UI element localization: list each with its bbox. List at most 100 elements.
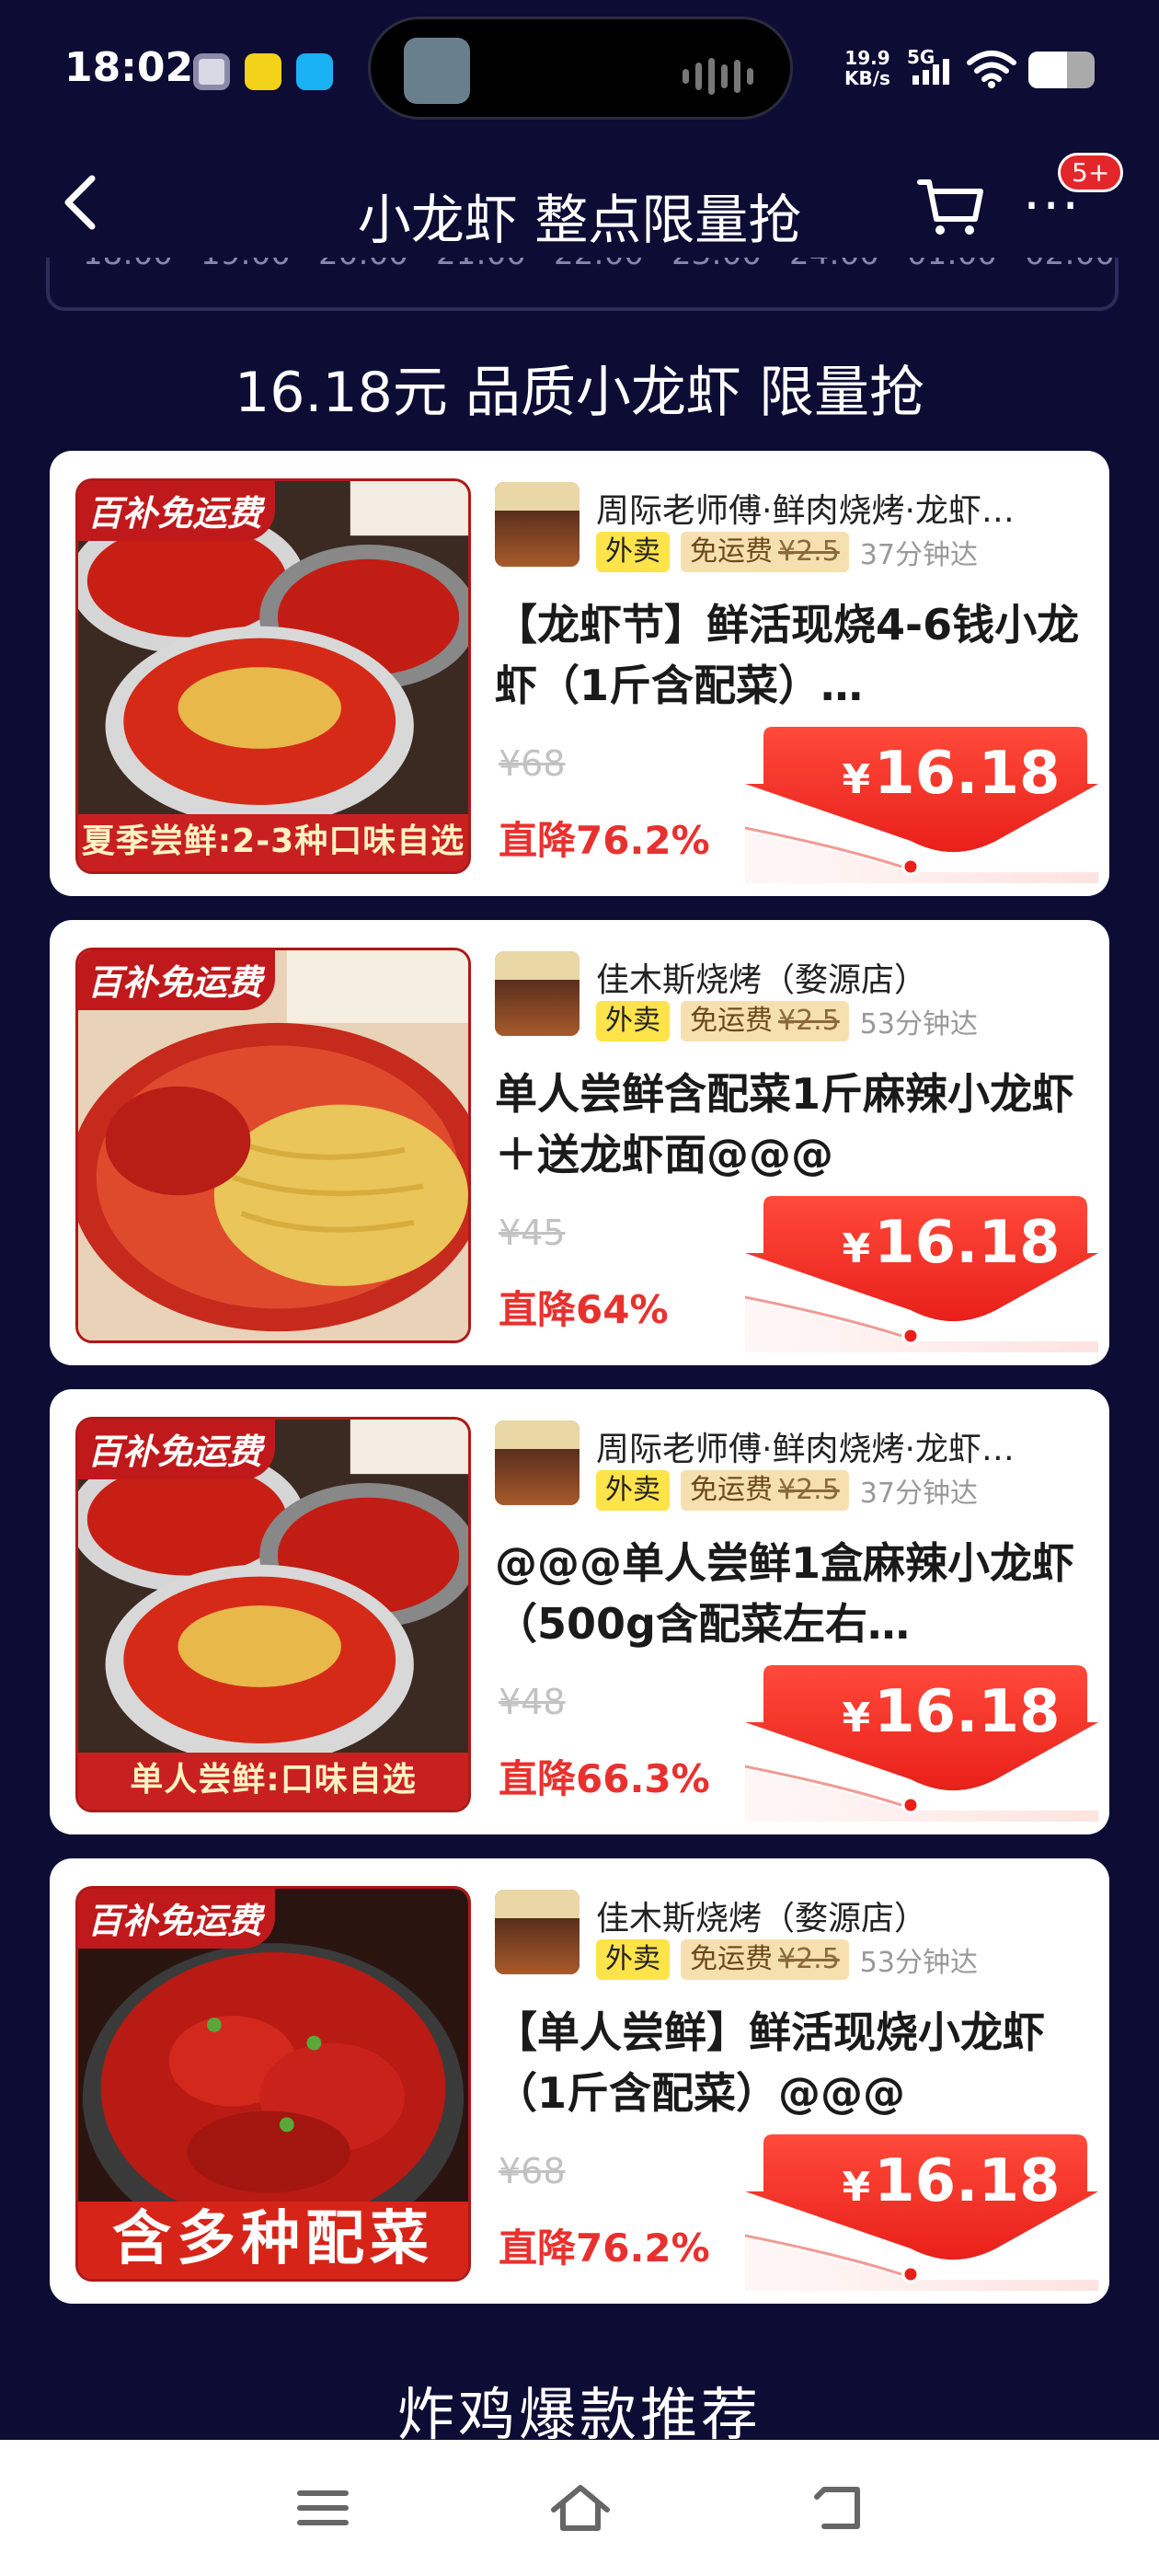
image-banner: 夏季尝鲜:2-3种口味自选 [78,814,468,871]
price-button[interactable]: ¥16.18 [745,727,1098,883]
notification-icons [193,53,333,90]
delivery-tag: 外卖 [596,532,670,572]
tag-row: 外卖 免运费 ¥2.5 37分钟达 [596,532,978,572]
product-image[interactable]: 百补免运费 夏季尝鲜:2-3种口味自选 [75,478,471,874]
old-shipping-fee: ¥2.5 [778,535,840,568]
discount-label: 直降76.2% [499,818,710,863]
time-tab[interactable]: 23:00 [671,258,789,272]
wifi-icon [967,51,1016,88]
currency-symbol: ¥ [842,756,871,803]
audio-wave-icon [683,58,753,95]
discount-label: 直降64% [499,1287,669,1332]
free-shipping-tag: 免运费 ¥2.5 [681,532,849,572]
app-notification-icon [296,53,333,90]
product-title[interactable]: 【单人尝鲜】鲜活现烧小龙虾（1斤含配菜）@@@ [495,2002,1093,2123]
free-shipping-tag: 免运费 ¥2.5 [681,1470,849,1511]
image-tag: 百补免运费 [78,950,276,1010]
home-icon[interactable] [548,2480,613,2536]
app-notification-icon [245,53,281,90]
delivery-eta: 53分钟达 [859,1008,978,1041]
app-notification-icon [193,53,230,90]
product-image[interactable]: 百补免运费 [75,948,471,1343]
price-button[interactable]: ¥16.18 [745,1665,1098,1822]
discount-label: 直降66.3% [499,1756,710,1801]
shop-name[interactable]: 周际老师傅·鲜肉烧烤·龙虾… [596,1422,1093,1470]
original-price: ¥48 [499,1682,566,1722]
old-shipping-fee: ¥2.5 [778,1474,840,1506]
time-tab[interactable]: 24:00 [789,258,907,272]
shop-name[interactable]: 佳木斯烧烤（婺源店） [596,953,1093,1001]
product-title[interactable]: 单人尝鲜含配菜1斤麻辣小龙虾＋送龙虾面@@@ [495,1064,1093,1185]
status-bar: 18:02 19.9 KB/s 5G [0,0,1159,138]
free-shipping-tag: 免运费 ¥2.5 [681,1939,849,1980]
dynamic-island[interactable] [368,17,793,120]
free-shipping-tag: 免运费 ¥2.5 [681,1001,849,1041]
time-tab[interactable]: 20:00 [318,258,436,272]
shop-logo [495,1420,580,1505]
shop-logo [495,1890,580,1974]
time-tabs: 18:0019:0020:0021:0022:0023:0024:0001:00… [46,258,1119,311]
delivery-eta: 53分钟达 [859,1947,978,1979]
product-card[interactable]: 百补免运费 佳木斯烧烤（婺源店） 外卖 免运费 ¥2.5 53分钟达 单人尝鲜含配… [50,920,1109,1365]
price-value: 16.18 [874,1209,1061,1277]
free-shipping-label: 免运费 [690,1474,773,1506]
delivery-eta: 37分钟达 [859,539,978,571]
shop-name[interactable]: 佳木斯烧烤（婺源店） [596,1892,1093,1939]
battery-icon [1028,52,1095,88]
sale-price: ¥16.18 [804,2147,1098,2215]
image-banner: 单人尝鲜:口味自选 [78,1753,468,1810]
old-shipping-fee: ¥2.5 [778,1943,840,1975]
next-section-title: 炸鸡爆款推荐 [396,2381,762,2448]
product-card[interactable]: 百补免运费 夏季尝鲜:2-3种口味自选 周际老师傅·鲜肉烧烤·龙虾… 外卖 免运… [50,451,1109,896]
delivery-tag: 外卖 [596,1001,670,1041]
product-title[interactable]: @@@单人尝鲜1盒麻辣小龙虾（500g含配菜左右… [495,1533,1093,1654]
cart-icon[interactable] [914,169,988,243]
menu-icon[interactable] [291,2480,355,2536]
currency-symbol: ¥ [842,1695,871,1742]
delivery-eta: 37分钟达 [859,1478,978,1510]
image-tag: 百补免运费 [78,481,276,541]
image-banner: 含多种配菜 [78,2202,468,2279]
time-tab[interactable]: 18:00 [83,258,201,272]
more-button[interactable]: ··· [1023,178,1081,234]
shop-logo [495,951,580,1036]
tag-row: 外卖 免运费 ¥2.5 53分钟达 [596,1001,978,1041]
time-tab[interactable]: 01:00 [907,258,1025,272]
product-image[interactable]: 百补免运费 含多种配菜 [75,1886,471,2282]
tag-row: 外卖 免运费 ¥2.5 37分钟达 [596,1470,978,1511]
shop-name[interactable]: 周际老师傅·鲜肉烧烤·龙虾… [596,484,1093,532]
original-price: ¥68 [499,2151,566,2191]
free-shipping-label: 免运费 [690,1943,773,1975]
product-image[interactable]: 百补免运费 单人尝鲜:口味自选 [75,1417,471,1812]
delivery-tag: 外卖 [596,1939,670,1980]
original-price: ¥45 [499,1213,566,1253]
product-title[interactable]: 【龙虾节】鲜活现烧4-6钱小龙虾（1斤含配菜）… [495,594,1093,716]
currency-symbol: ¥ [842,2164,871,2211]
product-card[interactable]: 百补免运费 单人尝鲜:口味自选 周际老师傅·鲜肉烧烤·龙虾… 外卖 免运费 ¥2.… [50,1389,1109,1834]
price-value: 16.18 [874,740,1061,808]
price-value: 16.18 [874,1678,1061,1746]
back-system-icon[interactable] [806,2480,870,2536]
sale-price: ¥16.18 [804,1209,1098,1277]
time-tab[interactable]: 21:00 [436,258,554,272]
delivery-tag: 外卖 [596,1470,670,1511]
image-tag: 百补免运费 [78,1889,276,1949]
currency-symbol: ¥ [842,1225,871,1272]
product-card[interactable]: 百补免运费 含多种配菜 佳木斯烧烤（婺源店） 外卖 免运费 ¥2.5 53分钟达 … [50,1858,1109,2304]
free-shipping-label: 免运费 [690,535,773,568]
price-button[interactable]: ¥16.18 [745,1196,1098,1352]
image-tag: 百补免运费 [78,1420,276,1479]
net-speed-value: 19.9 [844,47,890,69]
nav-bar: 小龙虾 整点限量抢 ··· 5+ [0,147,1159,258]
signal-icon [912,59,949,85]
original-price: ¥68 [499,743,566,784]
sale-price: ¥16.18 [804,1678,1098,1746]
old-shipping-fee: ¥2.5 [778,1005,840,1037]
sale-price: ¥16.18 [804,740,1098,808]
time-tab[interactable]: 02:00 [1025,258,1115,272]
time-tab[interactable]: 22:00 [554,258,671,272]
price-value: 16.18 [874,2147,1061,2215]
time-tab[interactable]: 19:00 [201,258,318,272]
media-artwork [404,38,470,104]
price-button[interactable]: ¥16.18 [745,2134,1098,2291]
